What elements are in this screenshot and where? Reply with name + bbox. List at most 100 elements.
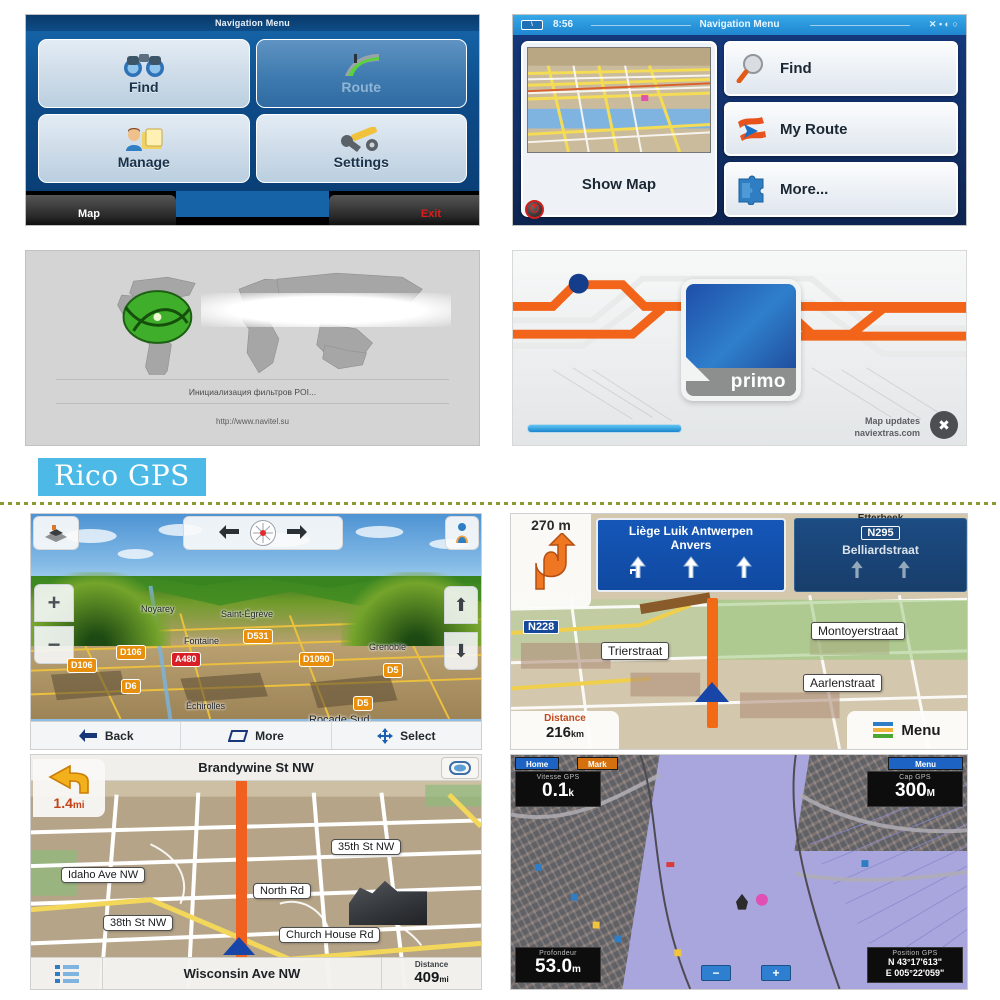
divider-bottom — [56, 403, 449, 404]
secondary-sign-arrows — [795, 560, 966, 578]
street-callout: 35th St NW — [331, 839, 402, 855]
arrow-up-icon — [735, 556, 752, 578]
garmin-find-button[interactable]: Find — [38, 39, 250, 108]
loading-progress-bar — [527, 424, 682, 433]
arrow-up-icon[interactable]: ⬆ — [444, 586, 478, 624]
gps-speed-unit: k — [568, 788, 574, 799]
garmin-manage-label: Manage — [117, 154, 170, 170]
place-label: Grenoble — [369, 642, 407, 652]
terrain-select-label: Select — [400, 728, 436, 743]
primo-wordmark: primo — [730, 371, 786, 392]
igo-more-button[interactable]: More... — [724, 162, 958, 218]
road-shield: D106 — [67, 658, 97, 673]
satellite-zoom-in-button[interactable]: + — [761, 965, 791, 981]
divider-top — [56, 379, 449, 380]
arrow-down-icon[interactable]: ⬇ — [444, 632, 478, 670]
igo-more-label: More... — [780, 181, 829, 199]
rico-gps-banner: Rico GPS — [38, 458, 206, 496]
belgium-navigation-panel: 270 m Etterbeek Liège Luik Antwerpen Anv… — [510, 513, 968, 750]
brandywine-distance-unit: mi — [439, 975, 449, 984]
brandywine-bottom-street: Wisconsin Ave NW — [183, 966, 301, 981]
secondary-sign-street: Belliardstraat — [842, 543, 919, 557]
garmin-navigation-menu-panel: Navigation Menu Find Route Manage Settin… — [25, 14, 480, 226]
garmin-map-button[interactable] — [26, 195, 176, 225]
power-icon[interactable]: ⏻ — [525, 200, 544, 219]
dotted-divider — [0, 502, 1000, 505]
arrow-right-icon[interactable] — [286, 525, 308, 541]
igo-show-map-button[interactable]: Show Map — [521, 41, 717, 217]
brandywine-distance-value: 409 — [414, 969, 440, 986]
satellite-menu-button[interactable]: Menu — [888, 757, 963, 770]
igo-my-route-label: My Route — [780, 120, 848, 138]
street-callout: Church House Rd — [279, 927, 381, 943]
binoculars-icon — [122, 52, 166, 78]
road-shield: D1090 — [299, 652, 334, 667]
terrain-back-label: Back — [104, 728, 134, 743]
list-icon[interactable] — [31, 958, 103, 989]
garmin-menu-body: Find Route Manage Settings — [26, 31, 479, 191]
turn-distance: 270 m — [531, 517, 571, 533]
arrow-left-icon[interactable] — [218, 525, 240, 541]
route-arrow-icon — [736, 114, 768, 144]
brandywine-turn-panel: 1.4mi — [33, 759, 105, 817]
terrain-nav-toolbar — [183, 516, 343, 550]
igo-show-map-label: Show Map — [581, 175, 657, 193]
arrow-up-left-icon — [630, 556, 647, 578]
satellite-mark-button[interactable]: Mark — [577, 757, 618, 770]
place-label: Saint-Égrève — [221, 609, 274, 619]
compass-icon[interactable] — [250, 520, 276, 546]
belgium-menu-button[interactable]: Menu — [847, 711, 967, 749]
street-callout: Idaho Ave NW — [61, 867, 146, 883]
terrain-more-button[interactable]: More — [181, 722, 332, 749]
terrain-select-button[interactable]: Select — [332, 722, 481, 749]
gps-heading-unit: M — [926, 788, 936, 799]
road-shield: D531 — [243, 629, 273, 644]
gps-speed-readout: Vitesse GPS 0.1k — [515, 771, 601, 807]
satellite-zoom-out-button[interactable]: − — [701, 965, 731, 981]
igo-navigation-menu-panel: \ 8:56 Navigation Menu ✕ • ◐ ○ Show Map … — [512, 14, 967, 226]
igo-find-button[interactable]: Find — [724, 41, 958, 96]
garmin-settings-label: Settings — [333, 154, 389, 170]
garmin-settings-button[interactable]: Settings — [255, 114, 467, 183]
exit-right-icon — [524, 533, 578, 591]
garmin-footer-middle — [176, 191, 329, 217]
hamburger-color-icon — [873, 722, 894, 738]
active-route-line — [236, 781, 247, 959]
tools-icon — [339, 127, 383, 153]
belgium-distance-label: Distance — [544, 713, 586, 724]
secondary-sign-road-number: N295 — [861, 526, 900, 540]
garmin-manage-button[interactable]: Manage — [38, 114, 250, 183]
map-updates-line1: Map updates — [864, 416, 920, 426]
zoom-in-button[interactable]: + — [34, 584, 74, 622]
map-layer-icon[interactable] — [441, 757, 479, 779]
garmin-exit-button[interactable] — [329, 195, 479, 225]
satellite-marine-panel: Home Mark Menu Vitesse GPS 0.1k Cap GPS … — [510, 754, 968, 990]
magnifier-icon — [736, 53, 768, 84]
satellite-home-button[interactable]: Home — [515, 757, 560, 770]
garmin-route-button[interactable]: Route — [255, 39, 467, 108]
terrain-3d-map-panel: + − ⬆ ⬇ D106 D106 A480 D531 D1090 D5 D6 D5 Noya… — [30, 513, 482, 750]
vehicle-position-marker — [695, 682, 729, 702]
navitel-status-text: Инициализация фильтров POI... — [188, 387, 317, 397]
arrow-up-icon — [682, 556, 699, 578]
view-3d-button[interactable] — [33, 516, 79, 550]
map-thumbnail — [527, 47, 711, 153]
select-icon — [377, 727, 394, 744]
terrain-back-button[interactable]: Back — [31, 722, 182, 749]
rico-gps-banner-text: Rico GPS — [54, 459, 190, 492]
belgium-distance-unit: km — [571, 729, 585, 739]
active-route-line — [707, 598, 718, 728]
place-label: Fontaine — [184, 636, 220, 646]
logo-tail — [684, 355, 710, 381]
arrow-left-icon — [78, 728, 98, 743]
navitel-splash-panel: Инициализация фильтров POI... http://www… — [25, 250, 480, 446]
road-shield: D5 — [353, 696, 373, 711]
road-number-badge: N228 — [523, 620, 560, 634]
brandywine-turn-distance: 1.4 — [53, 795, 73, 811]
road-shield: D106 — [116, 645, 146, 660]
title-rule-right — [810, 25, 910, 26]
place-label: Noyarey — [141, 604, 175, 614]
person-icon[interactable] — [445, 516, 479, 550]
primo-logo: primo — [681, 279, 801, 401]
igo-my-route-button[interactable]: My Route — [724, 101, 958, 157]
